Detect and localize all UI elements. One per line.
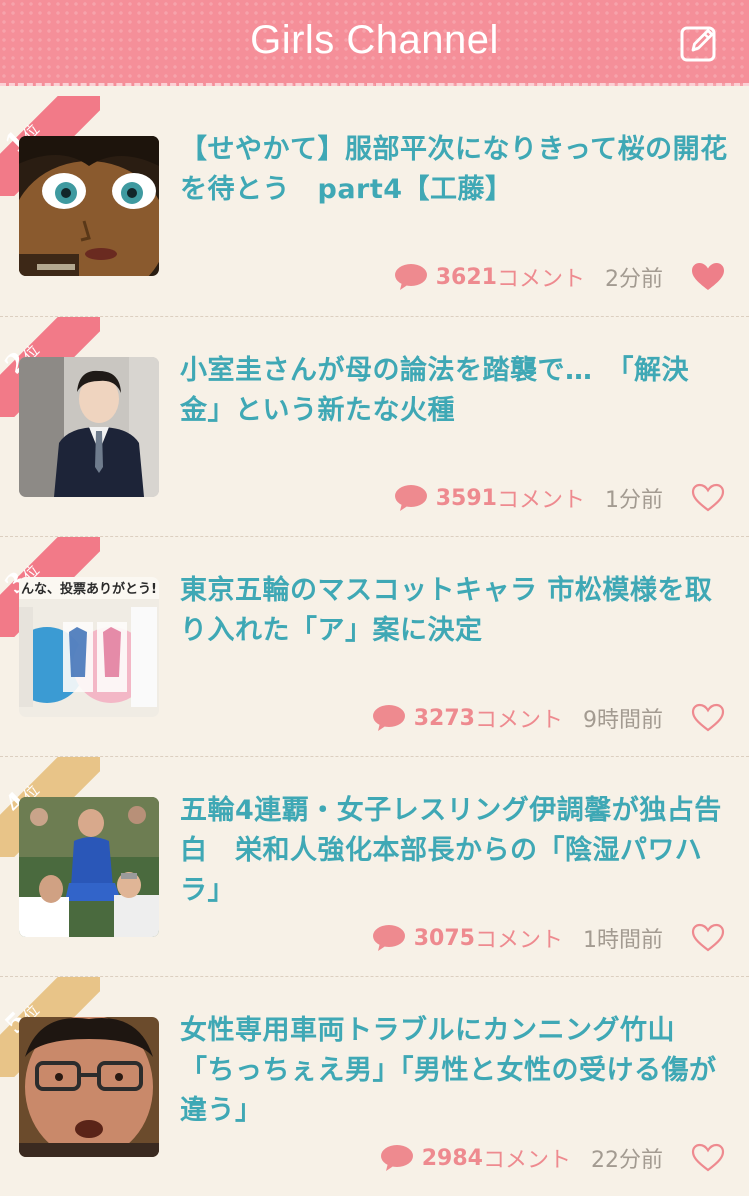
comment-icon [380,1145,413,1171]
topic-thumbnail[interactable] [19,136,159,276]
comment-count-unit: コメント [482,1148,571,1173]
topic-item-5[interactable]: 5位 女性専用車両トラブルにカンニング竹山「ちっちぇえ男」「男性と女性の受ける傷… [0,976,749,1196]
topic-meta: 3621 コメント 2分前 [394,262,663,292]
comment-icon [372,705,405,731]
topic-meta: 3075 コメント 1時間前 [372,923,663,953]
app-title: Girls Channel [250,18,499,62]
heart-filled-icon[interactable] [691,262,725,292]
edit-icon[interactable] [679,23,719,63]
comment-count-unit: コメント [496,488,585,513]
app-header: Girls Channel [0,0,749,86]
posted-time: 2分前 [605,267,663,292]
posted-time: 1時間前 [583,928,663,953]
topic-meta: 2984 コメント 22分前 [380,1143,663,1173]
topic-item-3[interactable]: 3位 んな、投票ありがとう! 東京五輪のマスコットキャラ 市松模様を取り入れた「… [0,536,749,756]
topic-item-2[interactable]: 2位 小室圭さんが母の論法を踏襲で… 「解決金」という新たな火種 3591 コメ… [0,316,749,536]
topic-thumbnail[interactable] [19,1017,159,1157]
topic-thumbnail[interactable] [19,797,159,937]
heart-outline-icon[interactable] [691,483,725,513]
topic-title[interactable]: 東京五輪のマスコットキャラ 市松模様を取り入れた「ア」案に決定 [180,571,729,651]
heart-outline-icon[interactable] [691,703,725,733]
thumbnail-caption-text: んな、投票ありがとう! [21,581,157,597]
comment-count: 3273 [413,705,475,731]
topic-title[interactable]: 五輪4連覇・女子レスリング伊調馨が独占告白 栄和人強化本部長からの「陰湿パワハラ… [180,791,729,911]
comment-count-unit: コメント [474,928,563,953]
comment-count: 3621 [435,264,497,290]
topic-title[interactable]: 小室圭さんが母の論法を踏襲で… 「解決金」という新たな火種 [180,351,729,431]
posted-time: 9時間前 [583,708,663,733]
topic-title[interactable]: 【せやかて】服部平次になりきって桜の開花を待とう part4【工藤】 [180,130,729,210]
topic-title[interactable]: 女性専用車両トラブルにカンニング竹山「ちっちぇえ男」「男性と女性の受ける傷が違う… [180,1011,729,1131]
heart-outline-icon[interactable] [691,1143,725,1173]
comment-icon [372,925,405,951]
topic-meta: 3273 コメント 9時間前 [372,703,663,733]
comment-count-unit: コメント [474,708,563,733]
heart-outline-icon[interactable] [691,923,725,953]
comment-count: 3075 [413,925,475,951]
posted-time: 1分前 [605,488,663,513]
topic-ranking-list: 1位 【せやかて】服部平次になりきって桜の開花を待とう part4【工藤】 36… [0,96,749,1196]
topic-meta: 3591 コメント 1分前 [394,483,663,513]
comment-count-unit: コメント [496,267,585,292]
topic-thumbnail[interactable]: んな、投票ありがとう! [19,577,159,717]
posted-time: 22分前 [591,1148,663,1173]
comment-count: 3591 [435,485,497,511]
comment-icon [394,264,427,290]
topic-thumbnail[interactable] [19,357,159,497]
topic-item-1[interactable]: 1位 【せやかて】服部平次になりきって桜の開花を待とう part4【工藤】 36… [0,96,749,316]
comment-icon [394,485,427,511]
comment-count: 2984 [421,1145,483,1171]
topic-item-4[interactable]: 4位 五輪4連覇・女子レスリング伊調馨が独占告白 栄和人強化本部長からの「陰湿パ… [0,756,749,976]
